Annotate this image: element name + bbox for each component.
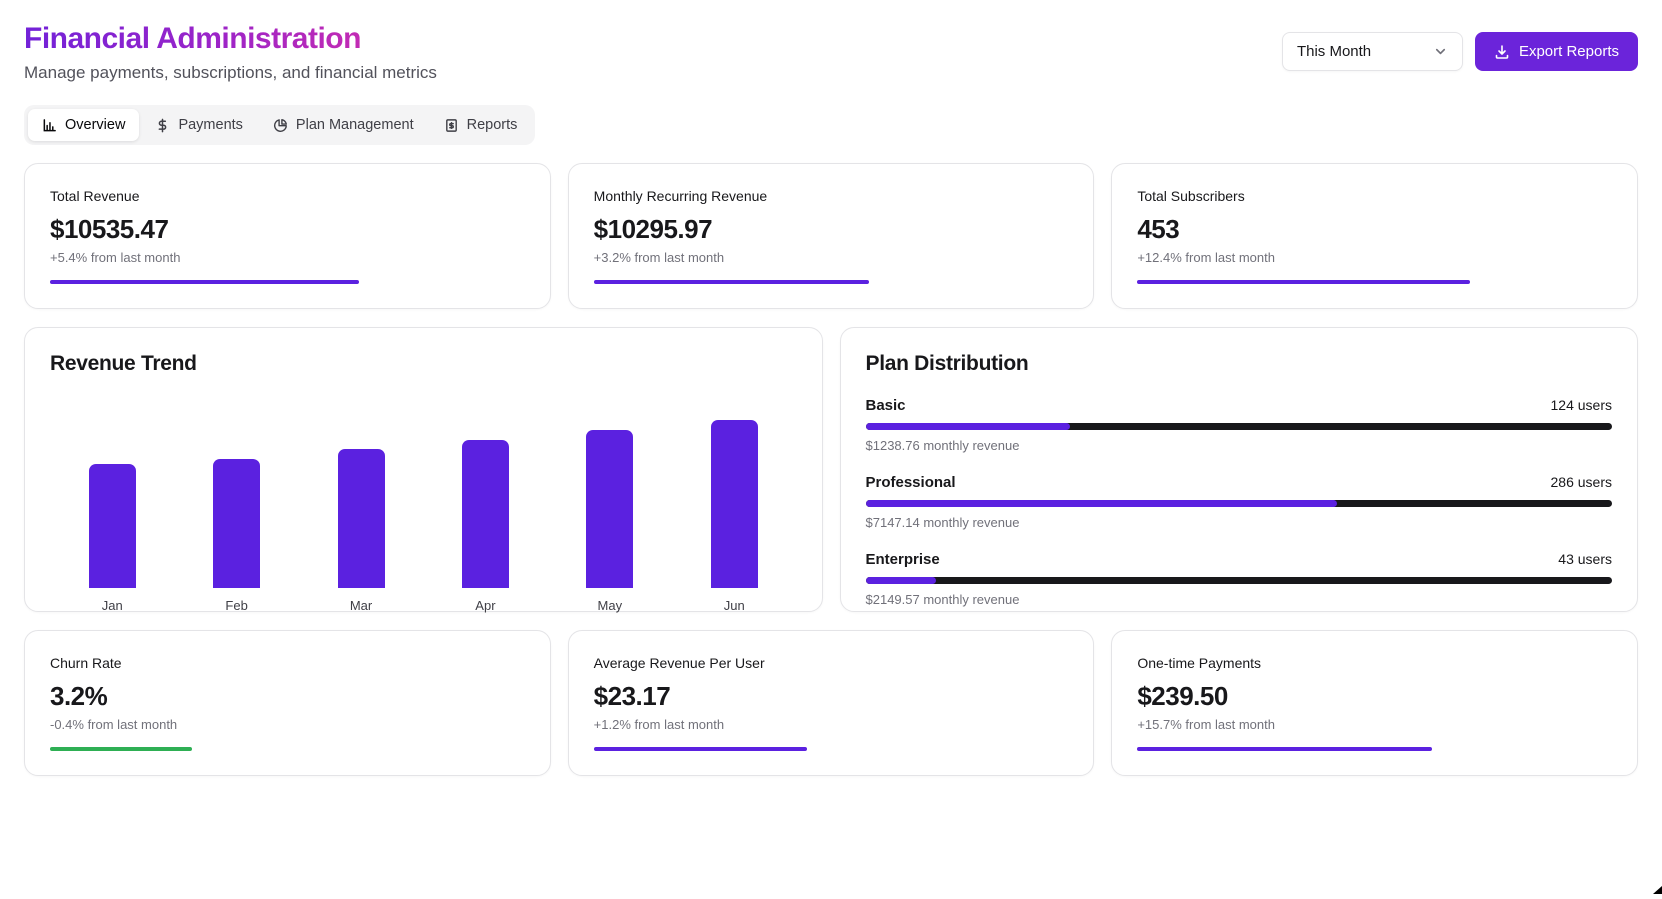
x-label: Feb <box>225 598 248 613</box>
bar-chart-icon <box>42 118 57 133</box>
chart-bar-may <box>586 430 634 588</box>
stat-change: +3.2% from last month <box>593 250 725 265</box>
chart-bar-jan <box>88 463 136 588</box>
bottom-stat-cards-row: Churn Rate 3.2% -0.4% from last month Av… <box>24 630 1638 776</box>
stat-value: $10295.97 <box>593 214 713 244</box>
plan-users-count: 286 users <box>1550 474 1612 490</box>
plan-users-count: 43 users <box>1558 551 1612 567</box>
dollar-icon <box>155 118 170 133</box>
revenue-trend-chart <box>50 420 797 588</box>
revenue-trend-panel: Revenue Trend Jan Feb Mar Apr May Jun <box>24 327 823 613</box>
chart-bar-feb <box>213 458 261 588</box>
stat-value: 3.2% <box>50 681 108 711</box>
plan-progress-track <box>865 577 1612 584</box>
page-subtitle: Manage payments, subscriptions, and fina… <box>24 63 437 82</box>
stat-change: +12.4% from last month <box>1137 250 1275 265</box>
charts-row: Revenue Trend Jan Feb Mar Apr May Jun Pl… <box>24 327 1638 613</box>
plan-row-enterprise: Enterprise 43 users $2149.57 monthly rev… <box>865 551 1613 607</box>
tab-reports[interactable]: Reports <box>430 109 532 141</box>
plan-progress-track <box>865 500 1612 507</box>
plan-name: Professional <box>865 474 956 491</box>
stat-change: -0.4% from last month <box>50 717 178 732</box>
receipt-icon <box>444 118 459 133</box>
chart-bar-jun <box>710 420 758 588</box>
plan-row-professional: Professional 286 users $7147.14 monthly … <box>865 474 1613 530</box>
header-controls: This Month Export Reports <box>1281 32 1638 71</box>
stat-label: One-time Payments <box>1137 655 1262 671</box>
stat-label: Total Revenue <box>50 188 140 204</box>
stat-change: +5.4% from last month <box>50 250 181 265</box>
page-title: Financial Administration <box>24 22 361 55</box>
plan-name: Enterprise <box>865 551 940 568</box>
stat-label: Monthly Recurring Revenue <box>593 188 768 204</box>
plan-users-count: 124 users <box>1550 397 1612 413</box>
export-reports-button[interactable]: Export Reports <box>1474 32 1638 71</box>
stat-label: Average Revenue Per User <box>593 655 765 671</box>
plan-progress-track <box>865 423 1612 430</box>
plan-progress-fill <box>865 500 1338 507</box>
tab-plan-management-label: Plan Management <box>295 117 414 133</box>
chart-bar-apr <box>461 440 509 588</box>
period-select[interactable]: This Month <box>1281 32 1463 71</box>
tabbar: Overview Payments Plan Management Report… <box>24 105 536 145</box>
period-select-value: This Month <box>1296 43 1372 60</box>
plan-monthly-revenue: $1238.76 monthly revenue <box>865 438 1020 453</box>
download-icon <box>1494 44 1510 60</box>
stat-meter-bar <box>50 280 359 284</box>
stat-change: +1.2% from last month <box>593 717 725 732</box>
stat-value: $23.17 <box>593 681 671 711</box>
stat-value: 453 <box>1137 214 1180 244</box>
tab-reports-label: Reports <box>466 117 518 133</box>
revenue-trend-title: Revenue Trend <box>50 352 197 375</box>
plan-row-head: Basic 124 users <box>866 397 1613 414</box>
tab-overview-label: Overview <box>65 117 126 133</box>
stat-card-arpu: Average Revenue Per User $23.17 +1.2% fr… <box>567 630 1095 776</box>
plan-row-basic: Basic 124 users $1238.76 monthly revenue <box>865 397 1613 453</box>
tab-plan-management[interactable]: Plan Management <box>259 109 428 141</box>
stat-card-total-revenue: Total Revenue $10535.47 +5.4% from last … <box>24 163 551 309</box>
tab-payments-label: Payments <box>178 117 243 133</box>
tab-overview[interactable]: Overview <box>28 109 140 141</box>
plan-monthly-revenue: $2149.57 monthly revenue <box>865 592 1020 607</box>
export-reports-label: Export Reports <box>1518 43 1619 60</box>
stat-value: $10535.47 <box>50 214 169 244</box>
x-label: Apr <box>475 598 496 613</box>
plan-progress-fill <box>865 423 1071 430</box>
plan-monthly-revenue: $7147.14 monthly revenue <box>865 515 1020 530</box>
header-titles: Financial Administration Manage payments… <box>24 22 437 83</box>
stat-value: $239.50 <box>1137 681 1228 711</box>
stat-card-churn-rate: Churn Rate 3.2% -0.4% from last month <box>24 630 551 776</box>
stat-meter-bar <box>1137 280 1470 284</box>
plan-row-head: Professional 286 users <box>866 474 1613 491</box>
pie-chart-icon <box>273 118 288 133</box>
tab-payments[interactable]: Payments <box>141 109 256 141</box>
stat-cards-row: Total Revenue $10535.47 +5.4% from last … <box>24 163 1638 309</box>
stat-meter-bar <box>50 747 193 751</box>
stat-label: Total Subscribers <box>1137 188 1245 204</box>
page-header: Financial Administration Manage payments… <box>24 22 1638 83</box>
plan-progress-fill <box>865 577 937 584</box>
plan-row-head: Enterprise 43 users <box>866 551 1613 568</box>
stat-card-total-subscribers: Total Subscribers 453 +12.4% from last m… <box>1111 163 1638 309</box>
financial-admin-page: Financial Administration Manage payments… <box>0 0 1662 776</box>
x-label: Jan <box>101 598 123 613</box>
stat-meter-bar <box>593 280 869 284</box>
chart-bar-mar <box>337 448 385 588</box>
stat-card-one-time-payments: One-time Payments $239.50 +15.7% from la… <box>1111 630 1638 776</box>
stat-card-mrr: Monthly Recurring Revenue $10295.97 +3.2… <box>567 163 1095 309</box>
stat-meter-bar <box>593 747 808 751</box>
mouse-cursor <box>1653 881 1662 899</box>
plan-name: Basic <box>865 397 906 414</box>
stat-meter-bar <box>1137 747 1432 751</box>
x-label: Mar <box>349 598 373 613</box>
x-label: May <box>597 598 623 613</box>
plan-distribution-title: Plan Distribution <box>865 352 1029 375</box>
revenue-trend-x-labels: Jan Feb Mar Apr May Jun <box>50 598 797 613</box>
plan-distribution-panel: Plan Distribution Basic 124 users $1238.… <box>839 327 1638 612</box>
stat-change: +15.7% from last month <box>1137 717 1275 732</box>
x-label: Jun <box>723 598 745 613</box>
chevron-down-icon <box>1433 44 1448 59</box>
stat-label: Churn Rate <box>50 655 122 671</box>
